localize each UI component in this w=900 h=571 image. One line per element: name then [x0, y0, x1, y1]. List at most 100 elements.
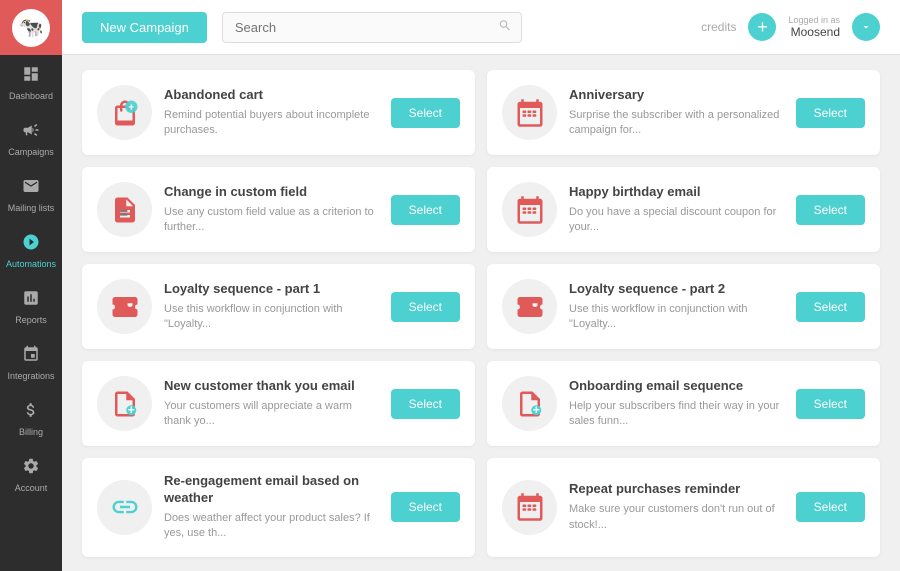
- svg-text:+: +: [127, 403, 134, 417]
- content-area: + Abandoned cart Remind potential buyers…: [62, 55, 900, 571]
- card-title-abandoned-cart: Abandoned cart: [164, 87, 379, 104]
- select-button-abandoned-cart[interactable]: Select: [391, 98, 460, 128]
- card-loyalty-part2: Loyalty sequence - part 2 Use this workf…: [487, 264, 880, 349]
- card-desc-loyalty-part1: Use this workflow in conjunction with "L…: [164, 302, 379, 333]
- add-credits-button[interactable]: +: [748, 13, 776, 41]
- card-desc-abandoned-cart: Remind potential buyers about incomplete…: [164, 108, 379, 139]
- sidebar-label-integrations: Integrations: [7, 371, 54, 381]
- card-icon-loyalty-part2: [502, 279, 557, 334]
- user-info: Logged in as Moosend: [788, 15, 840, 39]
- select-button-new-customer-thank-you[interactable]: Select: [391, 389, 460, 419]
- card-icon-new-customer-thank-you: +: [97, 376, 152, 431]
- topbar-right: credits + Logged in as Moosend: [701, 13, 880, 41]
- search-icon: [498, 19, 512, 36]
- templates-grid: + Abandoned cart Remind potential buyers…: [82, 70, 880, 557]
- sidebar-item-automations[interactable]: Automations: [0, 223, 62, 279]
- select-button-change-custom-field[interactable]: Select: [391, 195, 460, 225]
- card-title-re-engagement: Re-engagement email based on weather: [164, 473, 379, 507]
- card-onboarding-email: + Onboarding email sequence Help your su…: [487, 361, 880, 446]
- card-desc-repeat-purchases: Make sure your customers don't run out o…: [569, 502, 784, 533]
- search-input[interactable]: [222, 12, 522, 43]
- card-title-change-custom-field: Change in custom field: [164, 184, 379, 201]
- sidebar-item-account[interactable]: Account: [0, 447, 62, 503]
- username-label: Moosend: [791, 25, 840, 39]
- card-desc-onboarding-email: Help your subscribers find their way in …: [569, 399, 784, 430]
- new-campaign-button[interactable]: New Campaign: [82, 12, 207, 43]
- dashboard-icon: [22, 65, 40, 88]
- card-icon-re-engagement: [97, 480, 152, 535]
- card-body-repeat-purchases: Repeat purchases reminder Make sure your…: [569, 481, 784, 533]
- credits-label: credits: [701, 20, 736, 34]
- card-change-custom-field: Change in custom field Use any custom fi…: [82, 167, 475, 252]
- card-happy-birthday: Happy birthday email Do you have a speci…: [487, 167, 880, 252]
- card-repeat-purchases: Repeat purchases reminder Make sure your…: [487, 458, 880, 557]
- select-button-anniversary[interactable]: Select: [796, 98, 865, 128]
- topbar: New Campaign credits + Logged in as Moos…: [62, 0, 900, 55]
- card-loyalty-part1: Loyalty sequence - part 1 Use this workf…: [82, 264, 475, 349]
- card-desc-anniversary: Surprise the subscriber with a personali…: [569, 108, 784, 139]
- sidebar-label-campaigns: Campaigns: [8, 147, 54, 157]
- sidebar-item-campaigns[interactable]: Campaigns: [0, 111, 62, 167]
- card-icon-loyalty-part1: [97, 279, 152, 334]
- svg-text:+: +: [532, 403, 539, 417]
- user-menu-button[interactable]: [852, 13, 880, 41]
- sidebar-label-automations: Automations: [6, 259, 56, 269]
- card-desc-new-customer-thank-you: Your customers will appreciate a warm th…: [164, 399, 379, 430]
- logo-icon: 🐄: [12, 9, 50, 47]
- card-title-new-customer-thank-you: New customer thank you email: [164, 378, 379, 395]
- card-title-happy-birthday: Happy birthday email: [569, 184, 784, 201]
- card-desc-change-custom-field: Use any custom field value as a criterio…: [164, 205, 379, 236]
- card-body-anniversary: Anniversary Surprise the subscriber with…: [569, 87, 784, 139]
- select-button-loyalty-part2[interactable]: Select: [796, 292, 865, 322]
- card-icon-abandoned-cart: +: [97, 85, 152, 140]
- sidebar-item-dashboard[interactable]: Dashboard: [0, 55, 62, 111]
- select-button-happy-birthday[interactable]: Select: [796, 195, 865, 225]
- svg-text:+: +: [128, 102, 134, 113]
- card-re-engagement: Re-engagement email based on weather Doe…: [82, 458, 475, 557]
- sidebar-item-billing[interactable]: Billing: [0, 391, 62, 447]
- card-icon-repeat-purchases: [502, 480, 557, 535]
- card-body-happy-birthday: Happy birthday email Do you have a speci…: [569, 184, 784, 236]
- card-icon-onboarding-email: +: [502, 376, 557, 431]
- account-icon: [22, 457, 40, 480]
- integrations-icon: [22, 345, 40, 368]
- campaigns-icon: [22, 121, 40, 144]
- card-body-loyalty-part1: Loyalty sequence - part 1 Use this workf…: [164, 281, 379, 333]
- card-icon-anniversary: [502, 85, 557, 140]
- sidebar: 🐄 Dashboard Campaigns Mailing lists Auto…: [0, 0, 62, 571]
- logged-in-label: Logged in as: [788, 15, 840, 25]
- card-title-repeat-purchases: Repeat purchases reminder: [569, 481, 784, 498]
- select-button-loyalty-part1[interactable]: Select: [391, 292, 460, 322]
- card-abandoned-cart: + Abandoned cart Remind potential buyers…: [82, 70, 475, 155]
- select-button-onboarding-email[interactable]: Select: [796, 389, 865, 419]
- card-body-loyalty-part2: Loyalty sequence - part 2 Use this workf…: [569, 281, 784, 333]
- sidebar-item-integrations[interactable]: Integrations: [0, 335, 62, 391]
- card-title-loyalty-part1: Loyalty sequence - part 1: [164, 281, 379, 298]
- card-body-abandoned-cart: Abandoned cart Remind potential buyers a…: [164, 87, 379, 139]
- sidebar-label-billing: Billing: [19, 427, 43, 437]
- card-body-change-custom-field: Change in custom field Use any custom fi…: [164, 184, 379, 236]
- sidebar-item-mailing-lists[interactable]: Mailing lists: [0, 167, 62, 223]
- mailing-lists-icon: [22, 177, 40, 200]
- card-icon-happy-birthday: [502, 182, 557, 237]
- card-icon-change-custom-field: [97, 182, 152, 237]
- main-content: New Campaign credits + Logged in as Moos…: [62, 0, 900, 571]
- card-title-onboarding-email: Onboarding email sequence: [569, 378, 784, 395]
- card-body-onboarding-email: Onboarding email sequence Help your subs…: [569, 378, 784, 430]
- search-box: [222, 12, 522, 43]
- sidebar-label-reports: Reports: [15, 315, 47, 325]
- sidebar-label-dashboard: Dashboard: [9, 91, 53, 101]
- select-button-re-engagement[interactable]: Select: [391, 492, 460, 522]
- sidebar-label-account: Account: [15, 483, 48, 493]
- billing-icon: [22, 401, 40, 424]
- card-title-anniversary: Anniversary: [569, 87, 784, 104]
- card-body-re-engagement: Re-engagement email based on weather Doe…: [164, 473, 379, 542]
- card-anniversary: Anniversary Surprise the subscriber with…: [487, 70, 880, 155]
- card-new-customer-thank-you: + New customer thank you email Your cust…: [82, 361, 475, 446]
- sidebar-label-mailing-lists: Mailing lists: [8, 203, 55, 213]
- card-title-loyalty-part2: Loyalty sequence - part 2: [569, 281, 784, 298]
- automations-icon: [22, 233, 40, 256]
- card-desc-re-engagement: Does weather affect your product sales? …: [164, 511, 379, 542]
- select-button-repeat-purchases[interactable]: Select: [796, 492, 865, 522]
- sidebar-item-reports[interactable]: Reports: [0, 279, 62, 335]
